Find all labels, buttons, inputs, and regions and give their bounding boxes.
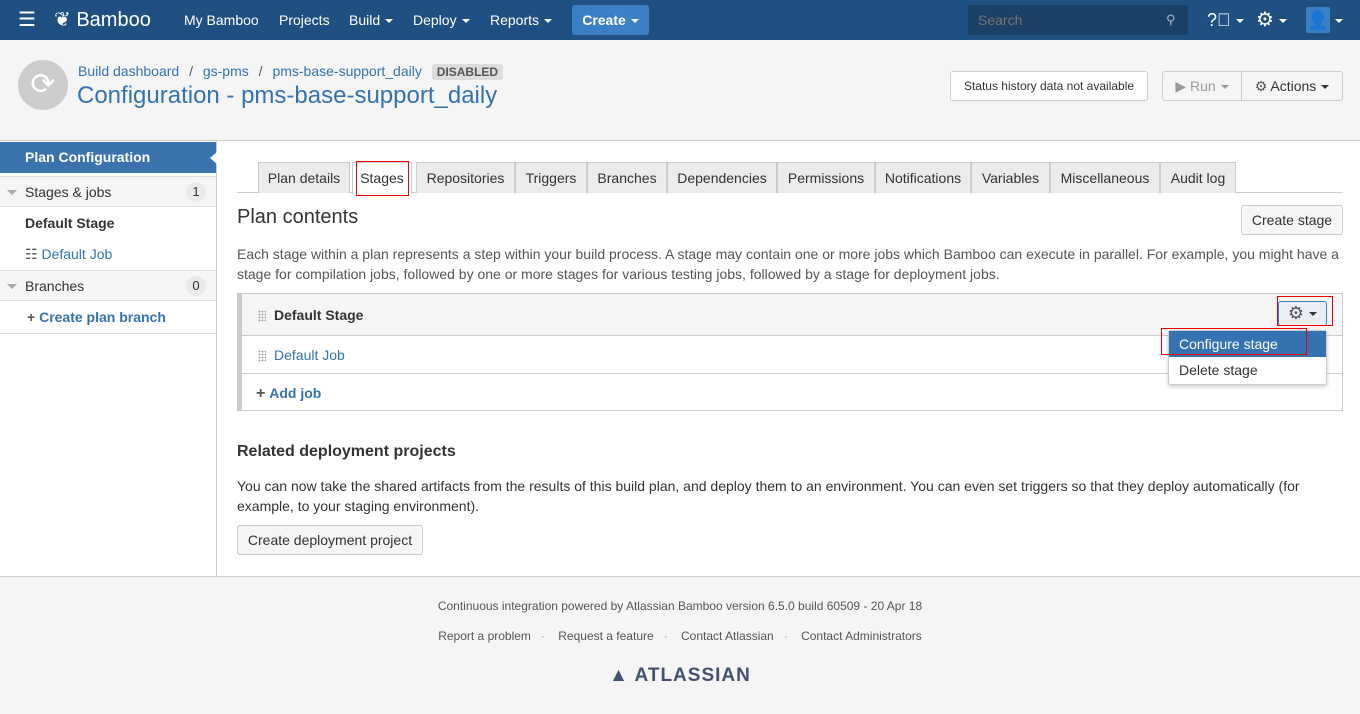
tab-repositories[interactable]: Repositories: [416, 162, 515, 193]
page-title: Configuration - pms-base-support_daily: [77, 82, 498, 109]
breadcrumb-build-dashboard[interactable]: Build dashboard: [78, 63, 179, 79]
bamboo-logo[interactable]: ❦ Bamboo: [54, 0, 151, 40]
app-name: Bamboo: [76, 9, 151, 31]
tab-audit-log[interactable]: Audit log: [1160, 162, 1236, 193]
nav-reports[interactable]: Reports: [490, 0, 553, 40]
sidebar-plan-configuration[interactable]: Plan Configuration: [0, 142, 216, 173]
tab-dependencies[interactable]: Dependencies: [667, 162, 777, 193]
branches-count: 0: [186, 276, 206, 296]
tab-miscellaneous[interactable]: Miscellaneous: [1050, 162, 1160, 193]
job-list-icon: ☷: [25, 246, 38, 262]
breadcrumb-project[interactable]: gs-pms: [203, 63, 249, 79]
atlassian-logo[interactable]: ▲ ATLASSIAN: [0, 665, 1360, 687]
sidebar-default-stage[interactable]: Default Stage: [0, 208, 216, 239]
footer: Continuous integration powered by Atlass…: [0, 576, 1360, 714]
report-problem-link[interactable]: Report a problem: [438, 629, 531, 643]
tab-variables[interactable]: Variables: [971, 162, 1050, 193]
gear-icon: ⚙: [1287, 303, 1305, 323]
sidebar-stages-jobs[interactable]: Stages & jobs 1: [0, 176, 216, 207]
drag-handle-icon[interactable]: [258, 350, 266, 363]
plan-status-icon: ⟳: [18, 60, 68, 110]
tab-plan-details[interactable]: Plan details: [258, 162, 350, 193]
create-deployment-button[interactable]: Create deployment project: [237, 525, 423, 555]
related-text: You can now take the shared artifacts fr…: [237, 478, 1300, 514]
top-nav: ☰ ❦ Bamboo My Bamboo Projects Build Depl…: [0, 0, 1360, 40]
footer-links: Report a problem · Request a feature · Con…: [438, 629, 922, 643]
help-icon[interactable]: ?⃝: [1207, 0, 1244, 40]
nav-my-bamboo[interactable]: My Bamboo: [184, 0, 259, 40]
gear-icon: ⚙: [1254, 78, 1268, 94]
powered-by: Continuous integration powered by Atlass…: [437, 599, 923, 613]
plus-icon: +: [256, 385, 266, 402]
create-stage-button[interactable]: Create stage: [1241, 205, 1343, 235]
collapse-icon: [7, 284, 17, 289]
tab-triggers[interactable]: Triggers: [515, 162, 587, 193]
section-title: Plan contents: [237, 206, 359, 228]
play-icon: ▶: [1175, 78, 1187, 94]
plus-icon: +: [27, 309, 36, 325]
sidebar-default-job[interactable]: ☷ Default Job: [0, 239, 216, 270]
status-history-button[interactable]: Status history data not available: [950, 71, 1148, 101]
tab-permissions[interactable]: Permissions: [777, 162, 875, 193]
active-pointer: [210, 152, 217, 164]
stage-menu: Configure stage Delete stage: [1168, 330, 1327, 385]
sidebar-create-plan-branch[interactable]: + Create plan branch: [0, 302, 216, 334]
nav-build[interactable]: Build: [349, 0, 394, 40]
tab-stages[interactable]: Stages: [352, 162, 412, 194]
status-lozenge: DISABLED: [431, 64, 504, 80]
tab-notifications[interactable]: Notifications: [875, 162, 971, 193]
collapse-icon: [7, 190, 17, 195]
plan-description: Each stage within a plan represents a st…: [237, 246, 1339, 282]
bamboo-logo-icon: ❦: [54, 9, 71, 31]
atlassian-logo-icon: ▲: [609, 665, 629, 686]
tab-branches[interactable]: Branches: [587, 162, 667, 193]
breadcrumb: Build dashboard / gs-pms / pms-base-supp…: [78, 63, 504, 80]
nav-deploy[interactable]: Deploy: [413, 0, 470, 40]
contact-admins-link[interactable]: Contact Administrators: [801, 629, 922, 643]
create-button[interactable]: Create: [572, 5, 649, 35]
request-feature-link[interactable]: Request a feature: [558, 629, 653, 643]
breadcrumb-plan[interactable]: pms-base-support_daily: [272, 63, 421, 79]
search-icon: ⚲: [1166, 12, 1176, 27]
menu-delete-stage[interactable]: Delete stage: [1169, 357, 1326, 383]
menu-configure-stage[interactable]: Configure stage: [1169, 331, 1326, 357]
stage-settings-button[interactable]: ⚙: [1278, 301, 1327, 326]
sidebar: Plan Configuration Stages & jobs 1 Defaul…: [0, 141, 217, 576]
page-header: ⟳ Build dashboard / gs-pms / pms-base-su…: [0, 40, 1360, 141]
drag-handle-icon[interactable]: [258, 310, 266, 323]
actions-button[interactable]: ⚙ Actions: [1241, 71, 1343, 101]
search-input[interactable]: [968, 5, 1188, 35]
contact-atlassian-link[interactable]: Contact Atlassian: [681, 629, 774, 643]
user-menu-caret[interactable]: [1330, 0, 1343, 40]
stages-count: 1: [186, 182, 206, 202]
user-avatar[interactable]: 👤: [1306, 7, 1330, 33]
related-title: Related deployment projects: [237, 443, 456, 460]
settings-gear-icon[interactable]: ⚙: [1256, 0, 1287, 40]
nav-projects[interactable]: Projects: [279, 0, 330, 40]
run-button[interactable]: ▶ Run: [1162, 71, 1242, 101]
sidebar-branches[interactable]: Branches 0: [0, 270, 216, 301]
menu-icon[interactable]: ☰: [18, 0, 36, 40]
